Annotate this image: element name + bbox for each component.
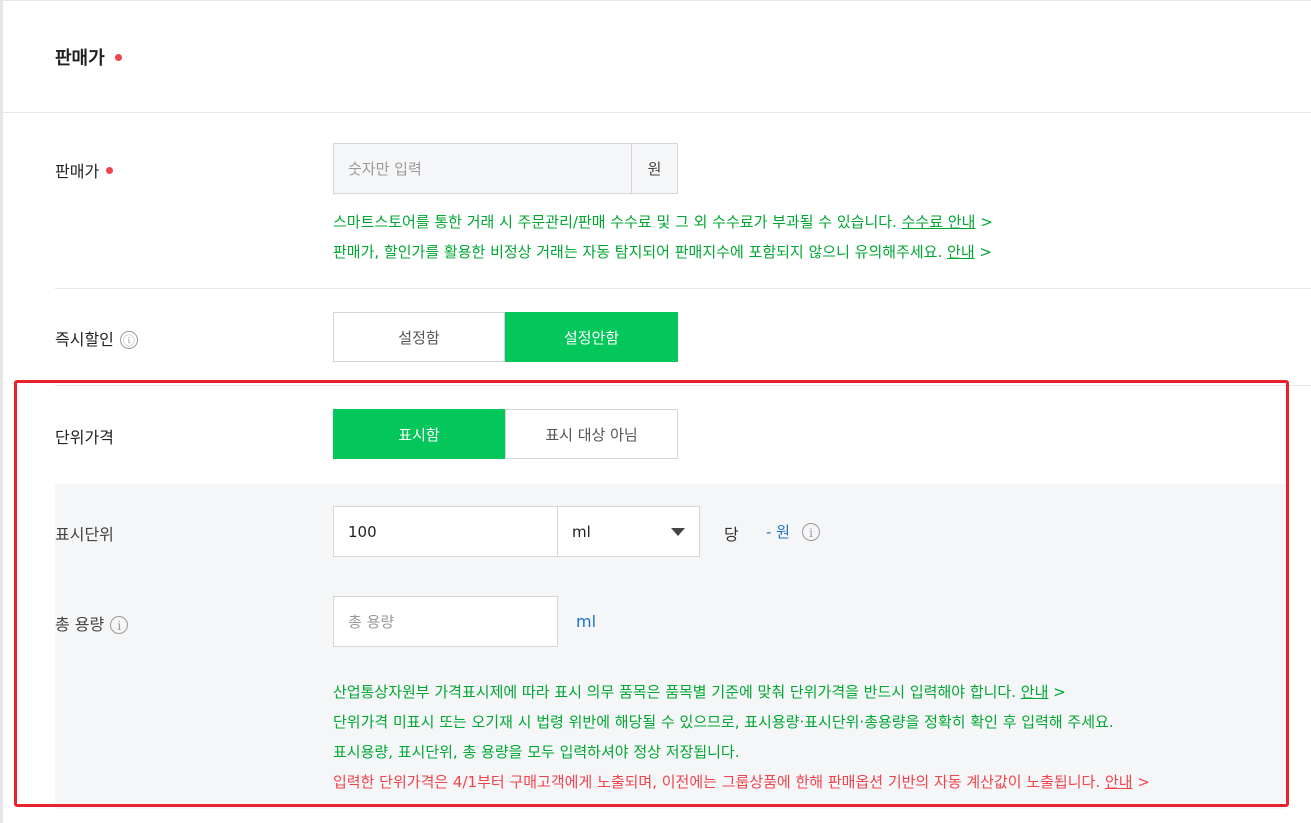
fee-guide-link[interactable]: 수수료 안내 [902, 213, 976, 231]
highlight-box [14, 380, 1289, 807]
abnormal-trade-notice: 판매가, 할인가를 활용한 비정상 거래는 자동 탐지되어 판매지수에 포함되지… [333, 243, 992, 261]
price-label: 판매가 [55, 158, 114, 182]
chevron-right-icon: > [980, 213, 993, 231]
info-icon[interactable]: ⓘ [119, 330, 138, 349]
fee-notice: 스마트스토어를 통한 거래 시 주문관리/판매 수수료 및 그 외 수수료가 부… [333, 213, 993, 231]
required-dot [114, 53, 122, 61]
panel-left-border [0, 0, 3, 823]
instant-discount-on-button[interactable]: 설정함 [333, 312, 505, 362]
section-divider [3, 112, 1311, 113]
required-dot [106, 167, 114, 174]
section-title: 판매가 [55, 44, 122, 70]
price-input[interactable]: 숫자만 입력 [333, 143, 632, 194]
top-border [0, 0, 1311, 1]
price-unit: 원 [632, 143, 678, 194]
price-input-placeholder: 숫자만 입력 [348, 160, 422, 178]
instant-discount-off-button[interactable]: 설정안함 [505, 312, 678, 362]
instant-discount-label: 즉시할인 ⓘ [55, 326, 138, 350]
row-divider [55, 288, 1311, 289]
abnormal-trade-guide-link[interactable]: 안내 [947, 243, 975, 261]
chevron-right-icon: > [979, 243, 992, 261]
